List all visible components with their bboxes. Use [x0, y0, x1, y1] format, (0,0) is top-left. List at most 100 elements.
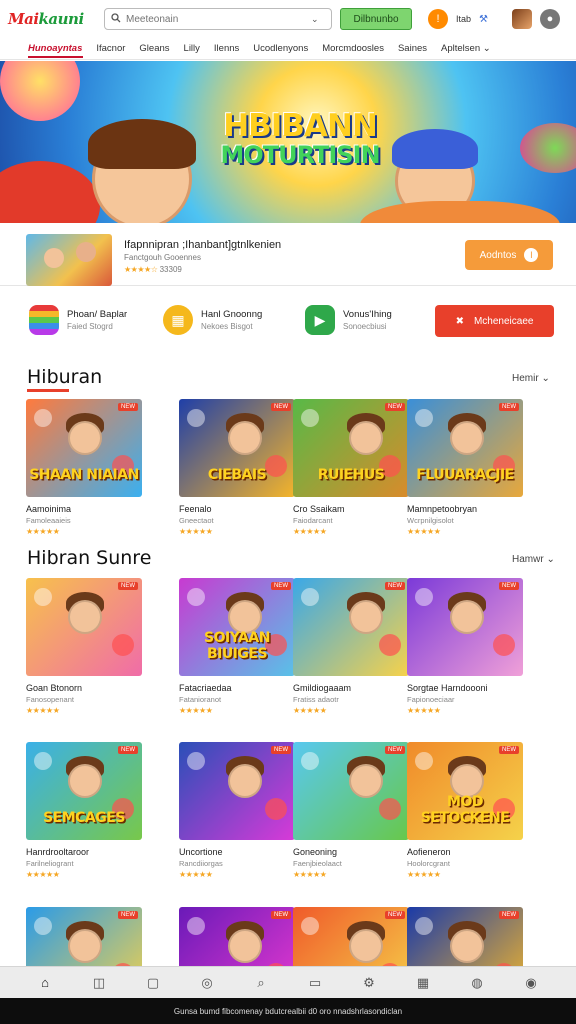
square-icon[interactable]: ▢	[144, 974, 162, 992]
character-face	[450, 764, 484, 798]
game-card[interactable]: NEW CIEBAIS Feenalo Gneectaot ★★★★★	[179, 399, 295, 536]
game-card[interactable]: NEW SEMCAGES Hanrdrooltaroor Farilneliogran…	[26, 742, 142, 879]
game-logo-text: SEMCAGES	[43, 810, 125, 826]
game-card[interactable]: NEW RUIEHUS Cro Ssaikam Faiodarcant ★★★★★	[293, 399, 409, 536]
new-badge: NEW	[499, 582, 519, 590]
game-card[interactable]: NEW Gmildiogaaam Fratiss adaotr ★★★★★	[293, 578, 409, 715]
character-face	[68, 764, 102, 798]
new-badge: NEW	[385, 746, 405, 754]
star-rating-icon: ★★★★★	[179, 706, 213, 715]
home-icon[interactable]: ⌂	[36, 974, 54, 992]
game-subtitle: Fanosopenant	[26, 695, 74, 704]
site-logo[interactable]: Maikauni	[8, 10, 96, 28]
section-more-label: Hamwr	[512, 554, 544, 565]
featured-action-button[interactable]: Aodntos I	[465, 240, 553, 270]
game-title[interactable]: Sorgtae Harndoooni	[407, 683, 523, 693]
game-title[interactable]: Uncortione	[179, 847, 295, 857]
notification-icon[interactable]: !	[428, 9, 448, 29]
header-user-label[interactable]: Itab	[456, 14, 471, 24]
game-thumbnail[interactable]: NEW	[407, 578, 523, 676]
quick-link-3[interactable]: ▶ Vonus'Ihing Sonoecbiusi	[305, 305, 392, 335]
message-icon[interactable]: ▭	[306, 974, 324, 992]
new-badge: NEW	[118, 911, 138, 919]
game-title[interactable]: Aamoinima	[26, 504, 142, 514]
game-thumbnail[interactable]: NEW SHAAN NIAIAN	[26, 399, 142, 497]
building-icon: ▦	[163, 305, 193, 335]
game-thumbnail[interactable]: NEW RUIEHUS	[293, 399, 409, 497]
game-title[interactable]: Fatacriaedaa	[179, 683, 295, 693]
info-icon: I	[524, 248, 539, 262]
game-thumbnail[interactable]: NEW MOD SETOCKENE	[407, 742, 523, 840]
game-title[interactable]: Hanrdrooltaroor	[26, 847, 142, 857]
chat-bubble-icon[interactable]: ◎	[198, 974, 216, 992]
character-face	[68, 421, 102, 455]
section-title: Hibran Sunre	[27, 547, 152, 569]
chevron-down-icon[interactable]: ⌄	[311, 14, 319, 25]
game-card[interactable]: NEW Uncortione Rancdiiorgas ★★★★★	[179, 742, 295, 879]
game-title[interactable]: Mamnpetoobryan	[407, 504, 523, 514]
bubble-icon[interactable]: ◍	[468, 974, 486, 992]
game-card[interactable]: NEW Goan Btonorn Fanosopenant ★★★★★	[26, 578, 142, 715]
quick-link-2[interactable]: ▦ Hanl Gnoonng Nekoes Bisgot	[163, 305, 262, 335]
play-icon: ▶	[305, 305, 335, 335]
game-card[interactable]: NEW Sorgtae Harndoooni Fapionoeciaar ★★★★★	[407, 578, 523, 715]
tools-icon[interactable]: ⚒	[479, 14, 488, 25]
grid-icon[interactable]: ▦	[414, 974, 432, 992]
game-thumbnail[interactable]: NEW CIEBAIS	[179, 399, 295, 497]
quick-red-button[interactable]: ✖ Mcheneicaee	[435, 305, 554, 337]
decor-orb	[415, 588, 433, 606]
game-thumbnail[interactable]: NEW SOIYAAN BIUIGES	[179, 578, 295, 676]
search-input[interactable]	[126, 13, 306, 25]
tab-gleans[interactable]: Gleans	[132, 38, 176, 60]
tab-ifacnor[interactable]: Ifacnor	[89, 38, 132, 60]
game-thumbnail[interactable]: NEW	[293, 578, 409, 676]
decor-orb	[187, 752, 205, 770]
game-card[interactable]: NEW FLUUARACJIE Mamnpetoobryan Wcrpnilgisol…	[407, 399, 523, 536]
tab-hunoayntas[interactable]: Hunoayntas	[28, 38, 89, 60]
tab-apltelsen[interactable]: Apltelsen ⌄	[434, 38, 498, 60]
decor-orb	[301, 588, 319, 606]
game-title[interactable]: Feenalo	[179, 504, 295, 514]
game-card[interactable]: NEW MOD SETOCKENE Aofieneron Hoolorcgrant ★★…	[407, 742, 523, 879]
game-card[interactable]: NEW SOIYAAN BIUIGES Fatacriaedaa Fatanioran…	[179, 578, 295, 715]
section-more-link[interactable]: Hamwr ⌄	[512, 554, 555, 565]
game-title[interactable]: Goneoning	[293, 847, 409, 857]
hero-title-line1: HBIBANN	[223, 108, 378, 144]
search-icon[interactable]: ⌕	[252, 974, 270, 992]
game-logo-text: MOD SETOCKENE	[420, 794, 510, 826]
game-title[interactable]: Aofieneron	[407, 847, 523, 857]
featured-title[interactable]: Ifapnnipran ;Ihanbant]gtnlkenien	[124, 239, 281, 251]
user-icon[interactable]: ◉	[522, 974, 540, 992]
game-thumbnail[interactable]: NEW SEMCAGES	[26, 742, 142, 840]
tab-morcmdoosles[interactable]: Morcmdoosles	[315, 38, 391, 60]
gamepad-icon[interactable]: ◫	[90, 974, 108, 992]
game-thumbnail[interactable]: NEW	[179, 742, 295, 840]
avatar[interactable]	[511, 9, 532, 29]
character-face	[228, 929, 262, 963]
tab-lilly[interactable]: Lilly	[177, 38, 207, 60]
new-badge: NEW	[271, 911, 291, 919]
quick-link-1[interactable]: Phoan/ Baplar Faied Stogrd	[29, 305, 127, 335]
settings-icon[interactable]: ⚙	[360, 974, 378, 992]
search-box[interactable]: ⌄	[104, 8, 332, 30]
game-title[interactable]: Gmildiogaaam	[293, 683, 409, 693]
hero-banner[interactable]: HBIBANN MOTURTISIN	[0, 61, 576, 223]
featured-thumbnail[interactable]	[26, 234, 112, 286]
new-badge: NEW	[271, 746, 291, 754]
game-title[interactable]: Cro Ssaikam	[293, 504, 409, 514]
star-rating-icon: ★★★★★	[26, 870, 60, 879]
section-more-link[interactable]: Hemir ⌄	[512, 373, 550, 384]
game-card[interactable]: NEW SHAAN NIAIAN Aamoinima Famoleaaieis ★★★★…	[26, 399, 142, 536]
game-thumbnail[interactable]: NEW	[293, 742, 409, 840]
top-header: Maikauni ⌄ Dilbnunbo ! Itab ⚒ ●	[0, 0, 576, 38]
decor-orb	[112, 634, 134, 656]
game-title[interactable]: Goan Btonorn	[26, 683, 142, 693]
tab-saines[interactable]: Saines	[391, 38, 434, 60]
game-card[interactable]: NEW Goneoning Faenjbieolaact ★★★★★	[293, 742, 409, 879]
tab-ilenns[interactable]: Ilenns	[207, 38, 246, 60]
game-thumbnail[interactable]: NEW	[26, 578, 142, 676]
header-green-button[interactable]: Dilbnunbo	[340, 8, 412, 30]
user-icon[interactable]: ●	[539, 9, 560, 29]
tab-ucodlenyons[interactable]: Ucodlenyons	[246, 38, 315, 60]
game-thumbnail[interactable]: NEW FLUUARACJIE	[407, 399, 523, 497]
